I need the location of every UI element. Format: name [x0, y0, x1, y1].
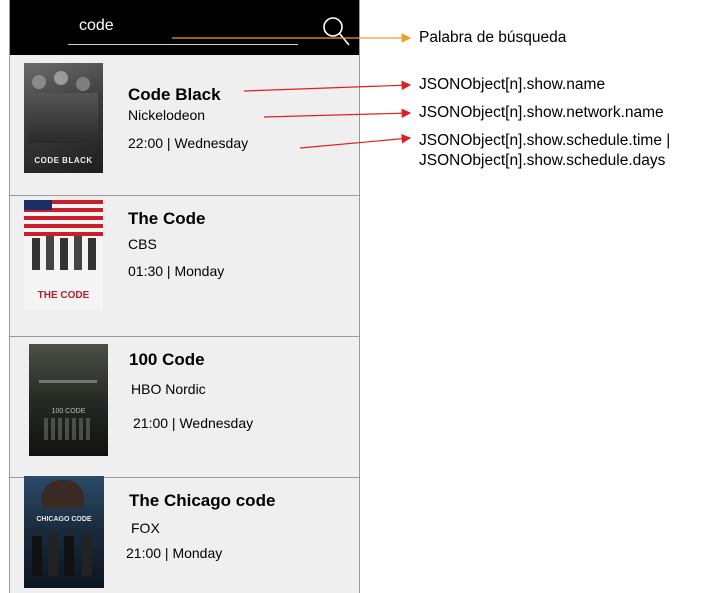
annotation-schedule-days: JSONObject[n].show.schedule.days — [419, 152, 666, 169]
show-title: The Chicago code — [129, 491, 276, 510]
show-schedule: 22:00 | Wednesday — [128, 135, 249, 151]
annotation-show-name: JSONObject[n].show.name — [419, 76, 606, 93]
poster-image: THE CODE — [24, 200, 103, 310]
annotation-search-word: Palabra de búsqueda — [419, 29, 567, 46]
poster-image: 100 CODE — [29, 344, 108, 456]
search-icon[interactable] — [321, 15, 351, 47]
poster-image: CHICAGO CODE — [24, 476, 104, 588]
show-network: Nickelodeon — [128, 107, 206, 123]
search-input[interactable]: code — [79, 17, 114, 35]
poster-caption: 100 CODE — [51, 408, 86, 415]
show-title: 100 Code — [129, 350, 205, 369]
poster-caption: CHICAGO CODE — [36, 516, 92, 523]
show-schedule: 21:00 | Wednesday — [133, 415, 254, 431]
show-network: FOX — [131, 520, 160, 536]
show-title: Code Black — [128, 85, 221, 104]
show-schedule: 21:00 | Monday — [126, 545, 223, 561]
poster-caption: THE CODE — [37, 290, 90, 301]
phone-screen: code CODE BLACK Code Black Nickelodeon 2… — [9, 0, 360, 593]
list-item[interactable]: CHICAGO CODE The Chicago code FOX 21:00 … — [10, 476, 359, 593]
annotation-schedule-time: JSONObject[n].show.schedule.time | — [419, 132, 671, 149]
show-network: HBO Nordic — [131, 381, 206, 397]
search-underline — [68, 44, 298, 45]
list-item[interactable]: 100 CODE 100 Code HBO Nordic 21:00 | Wed… — [10, 337, 359, 478]
search-bar: code — [10, 0, 359, 55]
show-title: The Code — [128, 209, 206, 228]
poster-image: CODE BLACK — [24, 63, 103, 173]
show-schedule: 01:30 | Monday — [128, 263, 225, 279]
show-network: CBS — [128, 236, 157, 252]
poster-caption: CODE BLACK — [34, 156, 93, 165]
list-item[interactable]: THE CODE The Code CBS 01:30 | Monday — [10, 196, 359, 337]
annotation-network-name: JSONObject[n].show.network.name — [419, 104, 664, 121]
list-item[interactable]: CODE BLACK Code Black Nickelodeon 22:00 … — [10, 55, 359, 196]
